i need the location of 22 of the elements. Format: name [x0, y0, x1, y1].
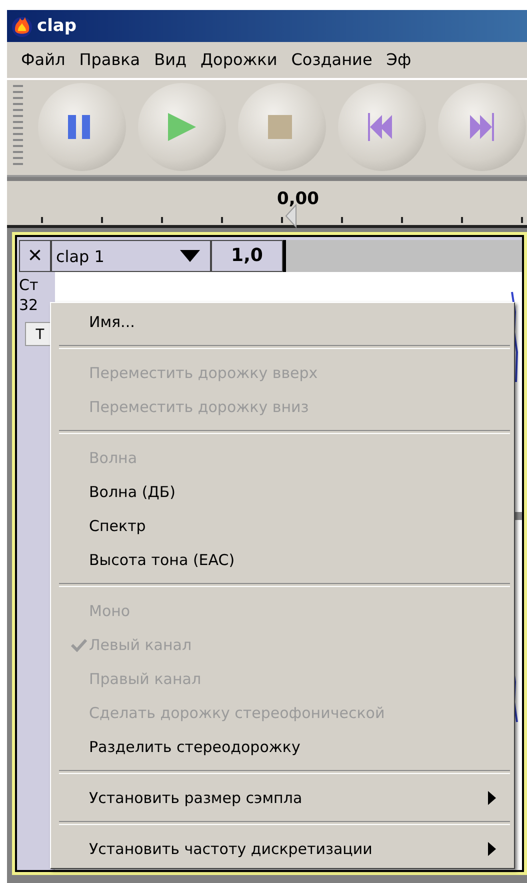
menu-item[interactable]: Разделить стереодорожку: [51, 730, 514, 764]
menu-item[interactable]: Дорожки: [196, 50, 282, 70]
menu-item[interactable]: Установить размер сэмпла: [51, 781, 514, 815]
info-text: 32: [19, 296, 40, 314]
menu-item[interactable]: Вид: [150, 50, 191, 70]
info-text: Ст: [19, 276, 40, 294]
play-icon: [168, 113, 196, 142]
menu-item[interactable]: Спектр: [51, 509, 514, 543]
menu-item[interactable]: Файл: [17, 50, 70, 70]
close-button[interactable]: ×: [19, 240, 51, 272]
menu-item[interactable]: Правка: [75, 50, 144, 70]
track-name-dropdown[interactable]: clap 1: [51, 240, 211, 272]
window-title: clap: [37, 16, 77, 36]
menu-item[interactable]: Волна (ДБ): [51, 475, 514, 509]
time-label: 0,00: [277, 188, 319, 209]
menu-item[interactable]: Высота тона (EAC): [51, 543, 514, 577]
gain-value: 1,0: [211, 240, 283, 272]
menu-item[interactable]: Установить частоту дискретизации: [51, 832, 514, 866]
menu-item[interactable]: Эф: [382, 50, 416, 70]
caret-icon: [180, 250, 200, 262]
menu-item[interactable]: Создание: [287, 50, 376, 70]
skip-end-icon: [468, 113, 496, 142]
